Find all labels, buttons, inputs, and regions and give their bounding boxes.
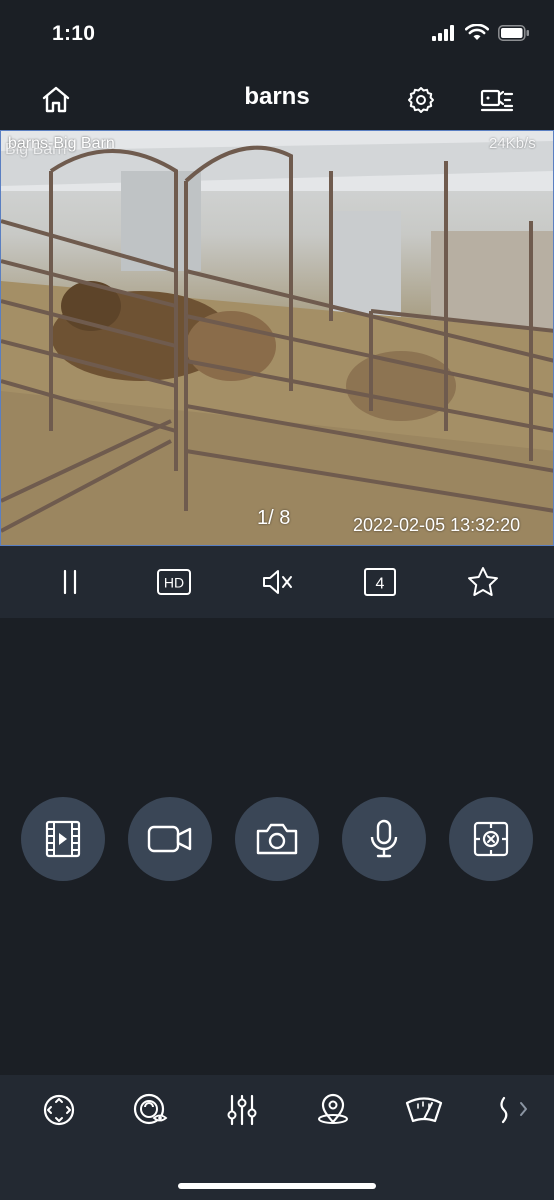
- more-icon: [500, 1096, 527, 1124]
- page-indicator: 1/ 8: [257, 507, 291, 529]
- ptz-direction-icon: [43, 1094, 75, 1126]
- focus-view-button[interactable]: [127, 1087, 173, 1133]
- ptz-direction-button[interactable]: [36, 1087, 82, 1133]
- speaker-muted-icon: [263, 570, 292, 594]
- talk-button[interactable]: [342, 797, 426, 881]
- settings-button[interactable]: [401, 80, 441, 120]
- hd-icon: HD: [157, 569, 191, 595]
- microphone-icon: [370, 819, 398, 858]
- video-feed[interactable]: Big Barn barns-Big Barn 24Kb/s 1/ 8 2022…: [0, 130, 554, 546]
- camera-icon: [256, 823, 298, 855]
- bitrate: 24Kb/s: [489, 135, 536, 152]
- hd-label: HD: [164, 575, 184, 591]
- status-icons: [432, 23, 530, 46]
- star-icon: [468, 567, 498, 596]
- status-time: 1:10: [52, 22, 96, 45]
- snapshot-button[interactable]: [235, 797, 319, 881]
- mute-button[interactable]: [255, 562, 299, 602]
- focus-view-icon: [133, 1093, 168, 1125]
- barn-camera-image: [1, 131, 553, 545]
- video-camera-icon: [147, 825, 192, 853]
- playback-icon: [45, 820, 81, 858]
- status-bar: 1:10: [0, 0, 554, 70]
- wiper-button[interactable]: [401, 1087, 447, 1133]
- bottom-toolbar: [0, 1075, 554, 1200]
- record-button[interactable]: [128, 797, 212, 881]
- split-count: 4: [376, 576, 385, 593]
- pause-icon: [63, 569, 77, 595]
- playback-control-bar: HD 4: [0, 546, 554, 618]
- gear-icon: [408, 87, 434, 113]
- wifi-icon: [464, 23, 490, 46]
- wiper-icon: [405, 1097, 443, 1123]
- pause-button[interactable]: [48, 562, 92, 602]
- ptz-reset-button[interactable]: [449, 797, 533, 881]
- battery-icon: [498, 24, 530, 46]
- ptz-reset-icon: [473, 821, 509, 857]
- signal-icon: [432, 24, 456, 46]
- split-screen-button[interactable]: 4: [358, 562, 402, 602]
- playback-button[interactable]: [21, 797, 105, 881]
- favorite-button[interactable]: [461, 562, 505, 602]
- camera-settings-icon: [480, 89, 514, 112]
- action-row: [0, 797, 554, 881]
- home-indicator: [178, 1183, 376, 1189]
- device-settings-button[interactable]: [477, 80, 517, 120]
- location-pin-icon: [318, 1093, 348, 1124]
- camera-label: barns-Big Barn: [8, 135, 115, 152]
- hd-button[interactable]: HD: [152, 562, 196, 602]
- sliders-icon: [227, 1094, 257, 1126]
- image-settings-button[interactable]: [219, 1087, 265, 1133]
- nav-bar: barns: [0, 70, 554, 130]
- preset-location-button[interactable]: [310, 1087, 356, 1133]
- timestamp: 2022-02-05 13:32:20: [353, 515, 521, 535]
- page-title: barns: [244, 83, 310, 110]
- more-tools-button[interactable]: [488, 1087, 528, 1133]
- split-screen-icon: 4: [364, 568, 396, 596]
